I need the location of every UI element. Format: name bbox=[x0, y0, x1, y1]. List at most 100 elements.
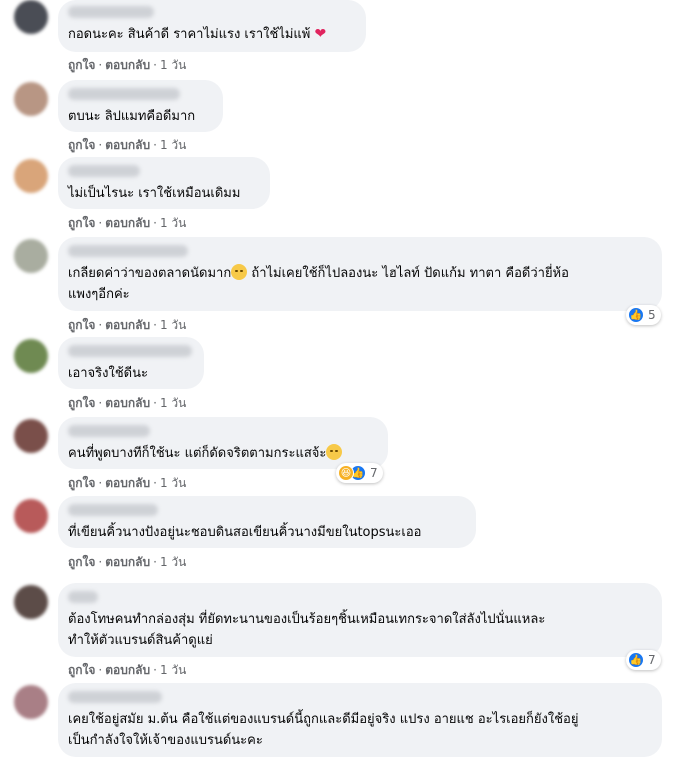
comment-bubble: ตบนะ ลิปแมทคือดีมาก bbox=[58, 80, 223, 132]
commenter-name-blurred[interactable] bbox=[68, 691, 162, 703]
comment-line: กอดนะคะ สินค้าดี ราคาไม่แรง เราใช้ไม่แพ้ bbox=[68, 27, 311, 42]
comment-line: ทำให้ตัวแบรนด์สินค้าดูแย่ bbox=[68, 633, 213, 648]
comment-bubble: ที่เขียนคิ้วนางปังอยู่นะชอบดินสอเขียนคิ้… bbox=[58, 496, 476, 548]
separator: · bbox=[98, 663, 103, 677]
like-link[interactable]: ถูกใจ bbox=[68, 216, 95, 230]
separator: · bbox=[153, 216, 157, 230]
timestamp[interactable]: 1 วัน bbox=[160, 663, 186, 677]
comment-actions: ถูกใจ · ตอบกลับ · 1 วัน bbox=[68, 214, 186, 233]
commenter-name-blurred[interactable] bbox=[68, 165, 140, 177]
reply-link[interactable]: ตอบกลับ bbox=[105, 663, 150, 677]
commenter-name-blurred[interactable] bbox=[68, 504, 158, 516]
comment-actions: ถูกใจ · ตอบกลับ · 1 วัน bbox=[68, 394, 186, 413]
reply-link[interactable]: ตอบกลับ bbox=[105, 58, 150, 72]
haha-icon: 😆 bbox=[338, 465, 354, 481]
separator: · bbox=[153, 663, 157, 677]
reply-link[interactable]: ตอบกลับ bbox=[105, 396, 150, 410]
separator: · bbox=[98, 555, 103, 569]
comment-line: แพงๆอีกค่ะ bbox=[68, 287, 130, 302]
separator: · bbox=[153, 476, 157, 490]
comment-text: ที่เขียนคิ้วนางปังอยู่นะชอบดินสอเขียนคิ้… bbox=[68, 522, 464, 543]
comment-bubble: เอาจริงใช้ดีนะ bbox=[58, 337, 204, 389]
comment-text: เคยใช้อยู่สมัย ม.ต้น คือใช้แต่ของแบรนด์น… bbox=[68, 709, 650, 751]
comment-text: ตบนะ ลิปแมทคือดีมาก bbox=[68, 106, 211, 127]
timestamp[interactable]: 1 วัน bbox=[160, 58, 186, 72]
timestamp[interactable]: 1 วัน bbox=[160, 476, 186, 490]
comment-text: เกลียดค่าว่าของตลาดนัดมาก ถ้าไม่เคยใช้ก็… bbox=[68, 263, 650, 305]
avatar[interactable] bbox=[14, 499, 48, 533]
avatar[interactable] bbox=[14, 239, 48, 273]
reaction-count-badge[interactable]: 👍 7 bbox=[626, 650, 661, 670]
like-icon: 👍 bbox=[628, 652, 644, 668]
reply-link[interactable]: ตอบกลับ bbox=[105, 216, 150, 230]
like-link[interactable]: ถูกใจ bbox=[68, 318, 95, 332]
comment-text: คนที่พูดบางทีก็ใช้นะ แต่ก็ดัดจริตตามกระแ… bbox=[68, 443, 376, 464]
commenter-name-blurred[interactable] bbox=[68, 88, 180, 100]
comment-line: ไม่เป็นไรนะ เราใช้เหมือนเดิมม bbox=[68, 186, 241, 201]
timestamp[interactable]: 1 วัน bbox=[160, 396, 186, 410]
like-link[interactable]: ถูกใจ bbox=[68, 663, 95, 677]
comment-bubble: ต้องโทษคนทำกล่องสุ่ม ที่ยัดทะนานของเป็นร… bbox=[58, 583, 662, 657]
separator: · bbox=[153, 396, 157, 410]
separator: · bbox=[98, 138, 103, 152]
timestamp[interactable]: 1 วัน bbox=[160, 216, 186, 230]
comment-bubble: คนที่พูดบางทีก็ใช้นะ แต่ก็ดัดจริตตามกระแ… bbox=[58, 417, 388, 469]
comment-line: เคยใช้อยู่สมัย ม.ต้น คือใช้แต่ของแบรนด์น… bbox=[68, 712, 579, 727]
like-link[interactable]: ถูกใจ bbox=[68, 138, 95, 152]
avatar[interactable] bbox=[14, 419, 48, 453]
comment-text: กอดนะคะ สินค้าดี ราคาไม่แรง เราใช้ไม่แพ้… bbox=[68, 24, 354, 45]
comment-text: ไม่เป็นไรนะ เราใช้เหมือนเดิมม bbox=[68, 183, 258, 204]
reply-link[interactable]: ตอบกลับ bbox=[105, 555, 150, 569]
comment-actions: ถูกใจ · ตอบกลับ · 1 วัน bbox=[68, 661, 186, 680]
comment-bubble: กอดนะคะ สินค้าดี ราคาไม่แรง เราใช้ไม่แพ้… bbox=[58, 0, 366, 52]
like-link[interactable]: ถูกใจ bbox=[68, 555, 95, 569]
sad-face-emoji-icon bbox=[231, 264, 248, 280]
avatar[interactable] bbox=[14, 0, 48, 34]
grin-emoji-icon bbox=[326, 444, 343, 460]
comment-bubble: ไม่เป็นไรนะ เราใช้เหมือนเดิมม bbox=[58, 157, 270, 209]
comment-line: เกลียดค่าว่าของตลาดนัดมาก bbox=[68, 266, 232, 281]
comment-text: เอาจริงใช้ดีนะ bbox=[68, 363, 192, 384]
like-link[interactable]: ถูกใจ bbox=[68, 476, 95, 490]
separator: · bbox=[153, 58, 157, 72]
avatar[interactable] bbox=[14, 82, 48, 116]
avatar[interactable] bbox=[14, 585, 48, 619]
comment-line: ตบนะ ลิปแมทคือดีมาก bbox=[68, 109, 196, 124]
reaction-count-badge[interactable]: 👍 5 bbox=[626, 305, 661, 325]
separator: · bbox=[153, 138, 157, 152]
separator: · bbox=[98, 58, 103, 72]
separator: · bbox=[153, 318, 157, 332]
commenter-name-blurred[interactable] bbox=[68, 245, 188, 257]
like-link[interactable]: ถูกใจ bbox=[68, 58, 95, 72]
reply-link[interactable]: ตอบกลับ bbox=[105, 476, 150, 490]
comment-line: ต้องโทษคนทำกล่องสุ่ม ที่ยัดทะนานของเป็นร… bbox=[68, 612, 546, 627]
avatar[interactable] bbox=[14, 339, 48, 373]
reply-link[interactable]: ตอบกลับ bbox=[105, 318, 150, 332]
like-icon: 👍 bbox=[628, 307, 644, 323]
comment-line: เป็นกำลังใจให้เจ้าของแบรนด์นะคะ bbox=[68, 733, 263, 748]
commenter-name-blurred[interactable] bbox=[68, 6, 154, 18]
separator: · bbox=[98, 396, 103, 410]
like-link[interactable]: ถูกใจ bbox=[68, 396, 95, 410]
timestamp[interactable]: 1 วัน bbox=[160, 555, 186, 569]
comment-actions: ถูกใจ · ตอบกลับ · 1 วัน bbox=[68, 474, 186, 493]
comment-bubble: เคยใช้อยู่สมัย ม.ต้น คือใช้แต่ของแบรนด์น… bbox=[58, 683, 662, 757]
separator: · bbox=[98, 476, 103, 490]
red-heart-emoji-icon: ❤ bbox=[314, 26, 327, 42]
comment-line: เอาจริงใช้ดีนะ bbox=[68, 366, 148, 381]
comment-actions: ถูกใจ · ตอบกลับ · 1 วัน bbox=[68, 136, 186, 155]
timestamp[interactable]: 1 วัน bbox=[160, 318, 186, 332]
commenter-name-blurred[interactable] bbox=[68, 345, 192, 357]
reaction-count-badge[interactable]: 😆 👍 7 bbox=[336, 463, 383, 483]
avatar[interactable] bbox=[14, 685, 48, 719]
avatar[interactable] bbox=[14, 159, 48, 193]
reply-link[interactable]: ตอบกลับ bbox=[105, 138, 150, 152]
timestamp[interactable]: 1 วัน bbox=[160, 138, 186, 152]
separator: · bbox=[98, 216, 103, 230]
comment-bubble: เกลียดค่าว่าของตลาดนัดมาก ถ้าไม่เคยใช้ก็… bbox=[58, 237, 662, 311]
commenter-name-blurred[interactable] bbox=[68, 591, 98, 603]
commenter-name-blurred[interactable] bbox=[68, 425, 150, 437]
comment-actions: ถูกใจ · ตอบกลับ · 1 วัน bbox=[68, 553, 186, 572]
separator: · bbox=[98, 318, 103, 332]
comment-line: คนที่พูดบางทีก็ใช้นะ แต่ก็ดัดจริตตามกระแ… bbox=[68, 446, 327, 461]
